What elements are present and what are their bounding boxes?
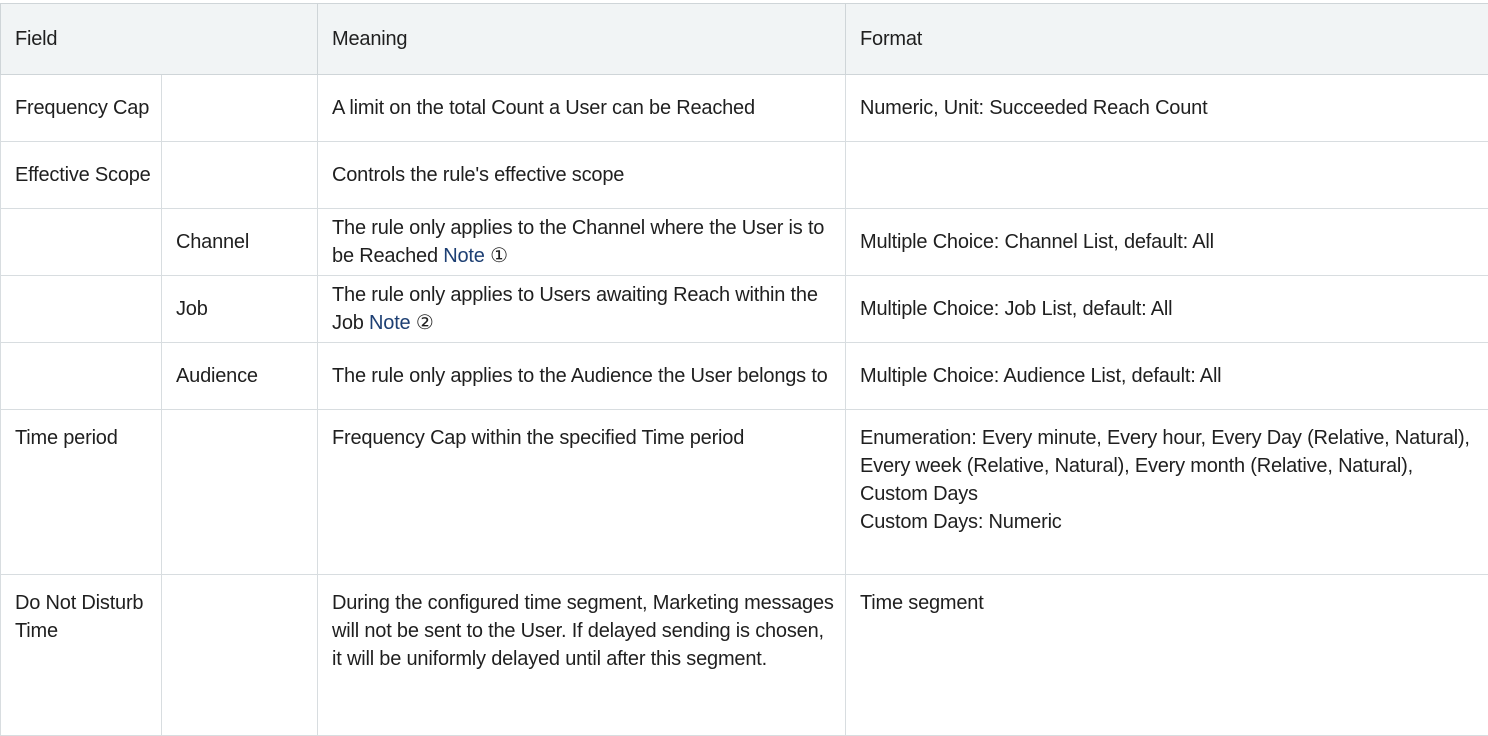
table-row-time-period: Time period Frequency Cap within the spe… xyxy=(1,410,1488,575)
field-cell xyxy=(1,343,162,410)
format-cell: Multiple Choice: Job List, default: All xyxy=(846,276,1488,343)
field-cell: Time period xyxy=(1,410,162,575)
field-cell: Do Not Disturb Time xyxy=(1,575,162,736)
meaning-cell: The rule only applies to the Audience th… xyxy=(318,343,846,410)
subfield-cell xyxy=(162,75,318,142)
meaning-cell: A limit on the total Count a User can be… xyxy=(318,75,846,142)
column-header-format: Format xyxy=(846,4,1488,75)
meaning-cell: Frequency Cap within the specified Time … xyxy=(318,410,846,575)
format-cell: Time segment xyxy=(846,575,1488,736)
subfield-cell xyxy=(162,142,318,209)
table-row-job: Job The rule only applies to Users await… xyxy=(1,276,1488,343)
format-cell xyxy=(846,142,1488,209)
table-row-audience: Audience The rule only applies to the Au… xyxy=(1,343,1488,410)
note-number-icon: ① xyxy=(490,245,508,267)
subfield-cell: Job xyxy=(162,276,318,343)
format-cell: Multiple Choice: Channel List, default: … xyxy=(846,209,1488,276)
format-cell: Multiple Choice: Audience List, default:… xyxy=(846,343,1488,410)
field-cell xyxy=(1,276,162,343)
meaning-text: The rule only applies to the Channel whe… xyxy=(332,217,824,267)
subfield-cell xyxy=(162,410,318,575)
field-cell: Effective Scope xyxy=(1,142,162,209)
table-row-effective-scope: Effective Scope Controls the rule's effe… xyxy=(1,142,1488,209)
rule-fields-table: Field Meaning Format Frequency Cap A lim… xyxy=(0,3,1488,736)
meaning-cell: During the configured time segment, Mark… xyxy=(318,575,846,736)
note-link[interactable]: Note xyxy=(443,245,484,267)
format-cell: Numeric, Unit: Succeeded Reach Count xyxy=(846,75,1488,142)
column-header-meaning: Meaning xyxy=(318,4,846,75)
meaning-cell: The rule only applies to Users awaiting … xyxy=(318,276,846,343)
note-link[interactable]: Note xyxy=(369,312,410,334)
table-row-do-not-disturb: Do Not Disturb Time During the configure… xyxy=(1,575,1488,736)
table-row-channel: Channel The rule only applies to the Cha… xyxy=(1,209,1488,276)
subfield-cell: Audience xyxy=(162,343,318,410)
format-line: Custom Days: Numeric xyxy=(860,508,1478,536)
field-cell: Frequency Cap xyxy=(1,75,162,142)
table-header-row: Field Meaning Format xyxy=(1,4,1488,75)
column-header-field: Field xyxy=(1,4,318,75)
format-cell: Enumeration: Every minute, Every hour, E… xyxy=(846,410,1488,575)
meaning-cell: The rule only applies to the Channel whe… xyxy=(318,209,846,276)
subfield-cell xyxy=(162,575,318,736)
format-line: Enumeration: Every minute, Every hour, E… xyxy=(860,424,1478,508)
note-number-icon: ② xyxy=(416,312,434,334)
field-cell xyxy=(1,209,162,276)
meaning-cell: Controls the rule's effective scope xyxy=(318,142,846,209)
table-row-frequency-cap: Frequency Cap A limit on the total Count… xyxy=(1,75,1488,142)
subfield-cell: Channel xyxy=(162,209,318,276)
